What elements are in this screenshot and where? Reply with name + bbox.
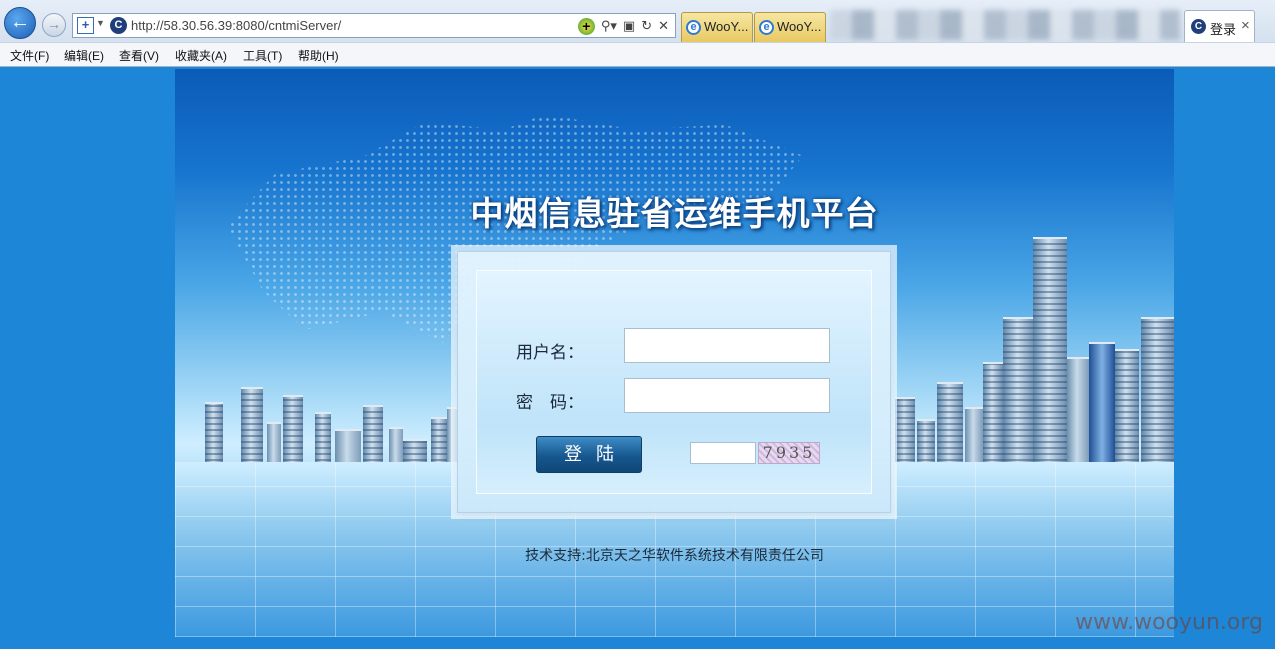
ie-icon: e [759, 20, 774, 35]
forward-arrow-icon[interactable]: → [42, 13, 66, 37]
password-input[interactable] [624, 378, 830, 413]
address-bar[interactable]: + ▼ C http://58.30.56.39:8080/cntmiServe… [72, 13, 676, 38]
tab-wooyun-1[interactable]: e WooY... [681, 12, 753, 42]
tab-label: WooY... [777, 19, 822, 34]
login-panel: 用户名： 密 码： 登陆 7935 [457, 251, 891, 513]
captcha-image[interactable]: 7935 [758, 442, 820, 464]
username-label: 用户名： [516, 343, 584, 363]
blurred-tabs [830, 10, 1180, 40]
url-text[interactable]: http://58.30.56.39:8080/cntmiServer/ [131, 18, 341, 33]
login-background: 中烟信息驻省运维手机平台 用户名： 密 码： 登陆 7935 技术支持:北京天之… [175, 69, 1174, 637]
refresh-icon[interactable]: ↻ [641, 18, 652, 34]
menu-view[interactable]: 查看(V) [119, 47, 159, 64]
menu-help[interactable]: 帮助(H) [298, 47, 339, 64]
addon-plus-icon[interactable]: + [577, 17, 595, 35]
address-tools: + ⚲▾ ▣ ↻ ✕ [577, 16, 669, 36]
menu-edit[interactable]: 编辑(E) [64, 47, 104, 64]
site-favicon-icon: C [110, 17, 127, 34]
tab-label: WooY... [704, 19, 749, 34]
compatibility-view-icon[interactable]: + [77, 17, 94, 34]
menu-bar: 文件(F) 编辑(E) 查看(V) 收藏夹(A) 工具(T) 帮助(H) [0, 42, 1275, 66]
ie-icon: e [686, 20, 701, 35]
tech-support-text: 技术支持:北京天之华软件系统技术有限责任公司 [525, 548, 824, 564]
menu-favorites[interactable]: 收藏夹(A) [175, 47, 227, 64]
browser-toolbar: ← → + ▼ C http://58.30.56.39:8080/cntmiS… [0, 0, 1275, 42]
password-label: 密 码： [516, 393, 584, 413]
search-icon[interactable]: ⚲▾ [601, 18, 617, 34]
page-body: 中烟信息驻省运维手机平台 用户名： 密 码： 登陆 7935 技术支持:北京天之… [0, 67, 1275, 649]
captcha-input[interactable] [690, 442, 756, 464]
site-favicon-icon: C [1191, 19, 1206, 34]
tab-login[interactable]: C 登录 × [1184, 10, 1255, 42]
compat-page-icon[interactable]: ▣ [623, 18, 635, 34]
menu-file[interactable]: 文件(F) [10, 47, 49, 64]
tab-label: 登录 [1210, 23, 1237, 38]
tab-wooyun-2[interactable]: e WooY... [754, 12, 826, 42]
menu-tools[interactable]: 工具(T) [243, 47, 282, 64]
login-button[interactable]: 登陆 [536, 436, 642, 473]
username-input[interactable] [624, 328, 830, 363]
back-arrow-icon[interactable]: ← [4, 7, 36, 39]
stop-close-icon[interactable]: ✕ [658, 18, 669, 34]
browser-chrome: ← → + ▼ C http://58.30.56.39:8080/cntmiS… [0, 0, 1275, 67]
watermark: www.wooyun.org [1075, 610, 1263, 635]
chevron-down-icon[interactable]: ▼ [96, 18, 105, 28]
page-title: 中烟信息驻省运维手机平台 [470, 194, 879, 233]
close-icon[interactable]: × [1241, 17, 1250, 34]
